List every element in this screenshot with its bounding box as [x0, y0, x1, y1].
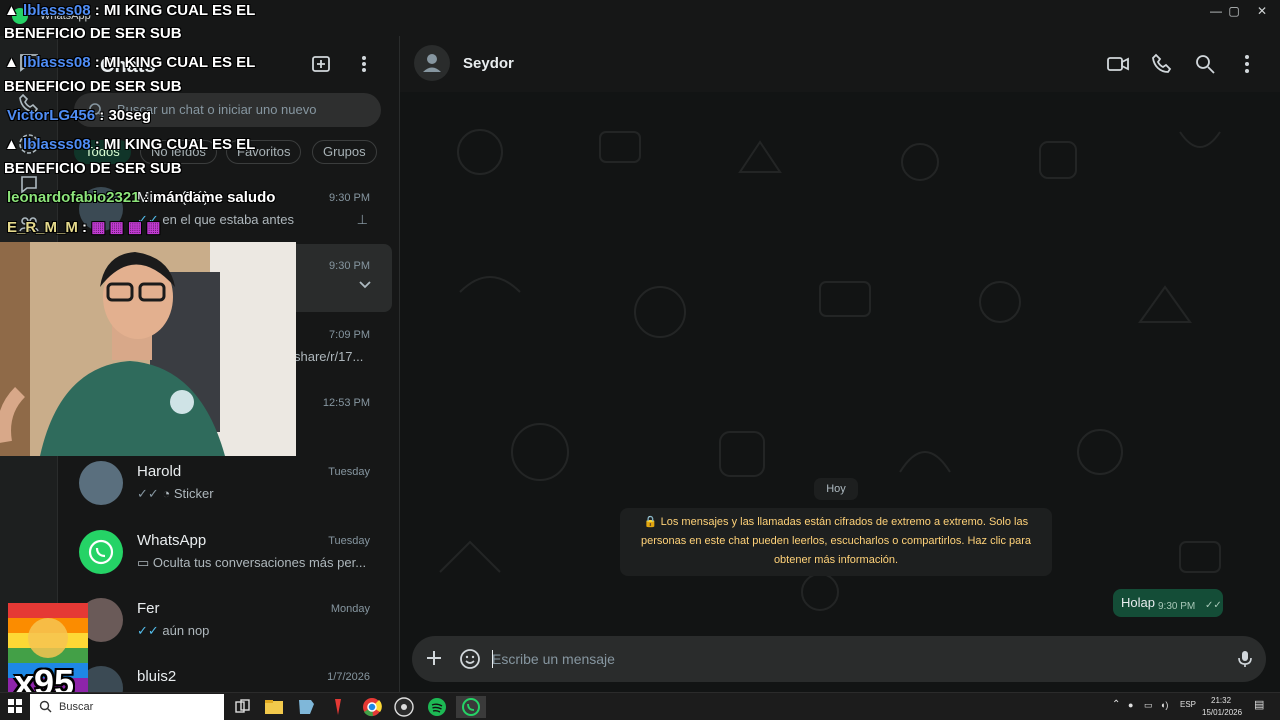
notifications-icon[interactable]: ▤	[1254, 698, 1264, 711]
microphone-icon[interactable]	[1235, 649, 1255, 669]
chrome-icon[interactable]	[360, 696, 384, 718]
chat-name: Fer	[137, 600, 160, 617]
whatsapp-taskbar-icon[interactable]	[456, 696, 486, 718]
taskbar-search-placeholder: Buscar	[59, 701, 94, 713]
chat-time: 12:53 PM	[322, 397, 370, 409]
emote-icons: ▦ ▦ ▦ ▦	[91, 219, 161, 236]
pin-icon: ⊥	[356, 212, 368, 227]
language-indicator[interactable]: ESP	[1180, 700, 1196, 709]
more-options-icon[interactable]	[1235, 52, 1259, 76]
mod-icon: ▲	[4, 2, 19, 19]
webcam-overlay	[0, 242, 296, 456]
contact-avatar[interactable]	[414, 45, 450, 81]
taskbar-search[interactable]: Buscar	[30, 694, 224, 720]
volume-icon[interactable]: ◖)	[1160, 700, 1168, 710]
capcut-icon[interactable]	[326, 696, 350, 718]
microphone-tray-icon[interactable]: ●	[1128, 700, 1133, 710]
new-chat-button[interactable]	[308, 50, 336, 78]
chat-time: Tuesday	[328, 466, 370, 478]
chat-name: bluis2	[137, 668, 177, 685]
close-button[interactable]: ✕	[1242, 0, 1280, 22]
notes-app-icon[interactable]	[294, 696, 318, 718]
mod-icon: ▲	[4, 136, 19, 153]
avatar	[79, 461, 123, 505]
overlay-chat-line: BENEFICIO DE SER SUB	[4, 25, 182, 42]
overlay-chat-line: ▲ lblasss08 : MI KING CUAL ES EL	[4, 2, 256, 19]
emoji-icon[interactable]	[459, 648, 481, 670]
overlay-chat-line: leonardofabio2321 : mándame saludo	[7, 189, 276, 206]
file-explorer-icon[interactable]	[262, 696, 286, 718]
chat-row-harold[interactable]: Harold Tuesday ✓✓ ◔ Sticker	[66, 450, 392, 518]
chat-row-bluis2[interactable]: bluis2 1/7/2026	[66, 655, 392, 692]
chat-preview: ✓✓ aún nop	[137, 623, 210, 638]
text-caret	[492, 650, 493, 668]
overlay-chat-line: ▲ lblasss08 : MI KING CUAL ES EL	[4, 136, 256, 153]
message-text: Holap	[1121, 595, 1155, 610]
contact-name[interactable]: Seydor	[463, 55, 514, 72]
video-call-icon[interactable]	[1106, 52, 1130, 76]
overlay-chat-line: ▲ lblasss08 : MI KING CUAL ES EL	[4, 54, 256, 71]
read-receipt-icon: ✓✓	[1205, 600, 1222, 611]
chat-time: 7:09 PM	[329, 329, 370, 341]
chevron-down-icon[interactable]	[358, 280, 372, 290]
chat-time: Tuesday	[328, 535, 370, 547]
task-view-icon[interactable]	[230, 696, 254, 718]
spotify-icon[interactable]	[425, 696, 449, 718]
date-chip: Hoy	[814, 478, 858, 500]
clock-time[interactable]: 21:32	[1211, 696, 1231, 705]
voice-call-icon[interactable]	[1150, 52, 1174, 76]
sticker-icon: ◔	[162, 486, 174, 501]
chat-name: WhatsApp	[137, 532, 207, 549]
message-time: 9:30 PM	[1158, 601, 1196, 612]
tray-chevron-icon[interactable]: ⌃	[1112, 699, 1120, 710]
video-icon: ▭	[137, 555, 153, 570]
clock-date[interactable]: 15/01/2026	[1202, 708, 1242, 717]
chat-row-fer[interactable]: Fer Monday ✓✓ aún nop	[66, 587, 392, 655]
overlay-chat-line: BENEFICIO DE SER SUB	[4, 78, 182, 95]
search-icon[interactable]	[1193, 52, 1217, 76]
read-receipt-icon: ✓✓	[137, 623, 163, 638]
menu-button[interactable]	[350, 50, 378, 78]
network-icon[interactable]: ▭	[1144, 700, 1153, 711]
filter-groups[interactable]: Grupos	[312, 140, 377, 164]
message-composer[interactable]: Escribe un mensaje	[412, 636, 1266, 682]
search-icon	[39, 700, 52, 713]
chat-time: 1/7/2026	[327, 671, 370, 683]
delivered-icon: ✓✓	[137, 486, 163, 501]
overlay-chat-line: VictorLG456 : 30seg	[7, 107, 151, 124]
encryption-notice[interactable]: 🔒 Los mensajes y las llamadas están cifr…	[620, 508, 1052, 576]
chat-time: Monday	[330, 603, 370, 615]
composer-placeholder: Escribe un mensaje	[492, 651, 615, 667]
chat-preview: ▭ Oculta tus conversaciones más per...	[137, 555, 367, 570]
chat-preview: ✓✓ en el que estaba antes	[137, 212, 294, 227]
obs-icon[interactable]	[392, 696, 416, 718]
overlay-chat-line: E_R_M_M : ▦ ▦ ▦ ▦	[7, 219, 161, 236]
chat-preview: ✓✓ ◔ Sticker	[137, 486, 214, 501]
outgoing-message[interactable]: Holap 9:30 PM ✓✓	[1113, 589, 1223, 617]
chat-row-whatsapp[interactable]: WhatsApp Tuesday ▭ Oculta tus conversaci…	[66, 519, 392, 587]
whatsapp-avatar-icon	[79, 530, 123, 574]
mod-icon: ▲	[4, 54, 19, 71]
chat-name: Harold	[137, 463, 182, 480]
chat-time: 9:30 PM	[329, 260, 370, 272]
attach-icon[interactable]	[424, 648, 444, 668]
conversation-header	[400, 36, 1280, 92]
chat-preview: share/r/17...	[294, 349, 364, 364]
start-icon[interactable]	[8, 699, 22, 713]
overlay-chat-line: BENEFICIO DE SER SUB	[4, 160, 182, 177]
chat-time: 9:30 PM	[329, 192, 370, 204]
